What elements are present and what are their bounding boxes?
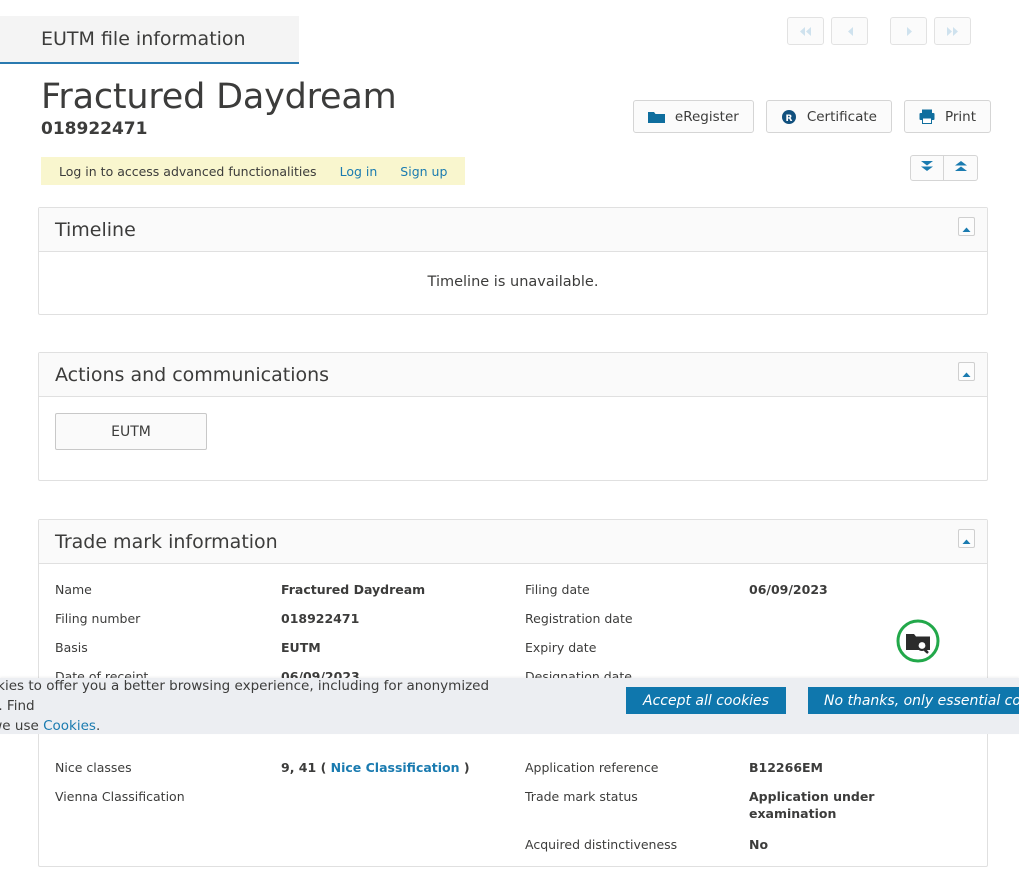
timeline-panel-header: Timeline <box>39 208 987 253</box>
double-chevron-up-icon <box>953 159 969 177</box>
accept-all-cookies-button[interactable]: Accept all cookies <box>626 687 786 714</box>
eutm-action-button[interactable]: EUTM <box>55 413 207 451</box>
trademark-panel-header: Trade mark information <box>39 520 987 565</box>
timeline-collapse-toggle[interactable] <box>958 216 975 238</box>
eregister-button[interactable]: eRegister <box>632 100 754 133</box>
nice-classes-number: 9, 41 <box>281 760 317 776</box>
actions-button-row: EUTM <box>39 397 987 480</box>
row-value-application-reference: B12266EM <box>749 760 823 776</box>
cookie-text-line2: on how we use <box>0 718 39 735</box>
login-banner-row: Log in to access advanced functionalitie… <box>41 155 978 186</box>
row-value-filing-date: 06/09/2023 <box>749 582 828 598</box>
row-label-name: Name <box>55 582 92 598</box>
first-page-button[interactable] <box>787 17 824 45</box>
row-label-acquired-distinctiveness: Acquired distinctiveness <box>525 836 678 852</box>
collapse-all-button[interactable] <box>944 155 978 182</box>
previous-page-button[interactable] <box>831 17 868 45</box>
tab-label: EUTM file information <box>41 28 246 50</box>
row-value-vienna-classification <box>281 789 525 837</box>
row-value-acquired-distinctiveness: No <box>749 836 769 852</box>
row-label-trade-mark-status: Trade mark status <box>525 789 638 805</box>
actions-panel: Actions and communications EUTM <box>38 352 988 482</box>
row-value-name: Fractured Daydream <box>281 582 426 598</box>
row-label-filing-number: Filing number <box>55 611 141 627</box>
status-badge <box>895 618 941 668</box>
row-value-trade-mark-status: Application under examination <box>749 789 875 822</box>
sign-up-link[interactable]: Sign up <box>400 164 447 179</box>
row-value-registration-date <box>749 611 987 640</box>
svg-text:R: R <box>785 114 792 124</box>
row-label-blank <box>55 837 281 866</box>
triangle-up-icon <box>962 216 971 238</box>
row-label-nice-classes: Nice classes <box>55 760 132 776</box>
row-label-expiry-date: Expiry date <box>525 640 597 656</box>
cookie-text-end: . <box>95 718 101 735</box>
timeline-panel: Timeline Timeline is unavailable. <box>38 207 988 316</box>
print-label: Print <box>944 108 976 125</box>
nice-classification-link[interactable]: Nice Classification <box>331 760 460 775</box>
chevron-left-icon <box>845 26 855 37</box>
trademark-panel-title: Trade mark information <box>55 530 278 553</box>
double-chevron-down-icon <box>919 159 935 177</box>
printer-icon <box>919 109 935 124</box>
top-tab-strip: EUTM file information <box>0 0 1019 64</box>
chevron-right-icon <box>904 26 914 37</box>
row-value-nice-classes: 9, 41 ( Nice Classification ) <box>281 760 525 789</box>
timeline-unavailable-message: Timeline is unavailable. <box>427 274 599 291</box>
certificate-button[interactable]: R Certificate <box>765 100 892 133</box>
eutm-action-label: EUTM <box>111 423 151 440</box>
actions-panel-title: Actions and communications <box>55 363 330 386</box>
row-value-filing-number: 018922471 <box>281 611 360 627</box>
trademark-collapse-toggle[interactable] <box>958 528 975 550</box>
cookie-text-line1: uses cookies to offer you a better brows… <box>0 677 490 714</box>
record-pagination <box>780 17 971 45</box>
certificate-label: Certificate <box>806 108 877 125</box>
accept-all-cookies-label: Accept all cookies <box>643 692 769 709</box>
essential-cookies-only-label: No thanks, only essential cookies <box>824 692 1019 709</box>
title-block: Fractured Daydream 018922471 eRegister R… <box>0 77 1019 139</box>
registered-icon: R <box>781 109 797 125</box>
row-value-basis: EUTM <box>281 640 321 656</box>
triangle-up-icon <box>962 528 971 550</box>
row-label-filing-date: Filing date <box>525 582 590 598</box>
next-page-button[interactable] <box>890 17 927 45</box>
timeline-panel-title: Timeline <box>55 218 136 241</box>
panel-collapse-controls <box>910 155 978 182</box>
eregister-label: eRegister <box>674 108 739 125</box>
row-label-registration-date: Registration date <box>525 611 633 627</box>
nice-close-paren: ) <box>463 760 470 776</box>
log-in-link[interactable]: Log in <box>340 164 378 179</box>
timeline-panel-body: Timeline is unavailable. <box>39 252 987 314</box>
essential-cookies-only-button[interactable]: No thanks, only essential cookies <box>808 687 1019 714</box>
last-page-button[interactable] <box>934 17 971 45</box>
row-label-application-reference: Application reference <box>525 760 659 776</box>
examination-folder-icon <box>895 619 941 668</box>
row-value-expiry-date <box>749 640 987 669</box>
login-banner: Log in to access advanced functionalitie… <box>41 157 466 186</box>
double-chevron-right-icon <box>945 26 960 37</box>
expand-all-button[interactable] <box>910 155 944 182</box>
cookie-banner-text: uses cookies to offer you a better brows… <box>0 676 548 737</box>
row-label-basis: Basis <box>55 640 88 656</box>
nice-open-paren: ( <box>320 760 327 776</box>
cookies-link[interactable]: Cookies <box>43 718 96 734</box>
actions-collapse-toggle[interactable] <box>958 361 975 383</box>
actions-panel-body: EUTM <box>39 397 987 480</box>
print-button[interactable]: Print <box>903 100 991 133</box>
login-banner-message: Log in to access advanced functionalitie… <box>59 163 317 179</box>
row-value-blank <box>281 837 525 866</box>
header-action-buttons: eRegister R Certificate Print <box>621 100 991 133</box>
triangle-up-icon <box>962 361 971 383</box>
actions-panel-header: Actions and communications <box>39 353 987 398</box>
double-chevron-left-icon <box>798 26 813 37</box>
folder-icon <box>647 110 665 124</box>
tab-eutm-file-information[interactable]: EUTM file information <box>0 16 299 64</box>
row-label-vienna-classification: Vienna Classification <box>55 789 185 805</box>
